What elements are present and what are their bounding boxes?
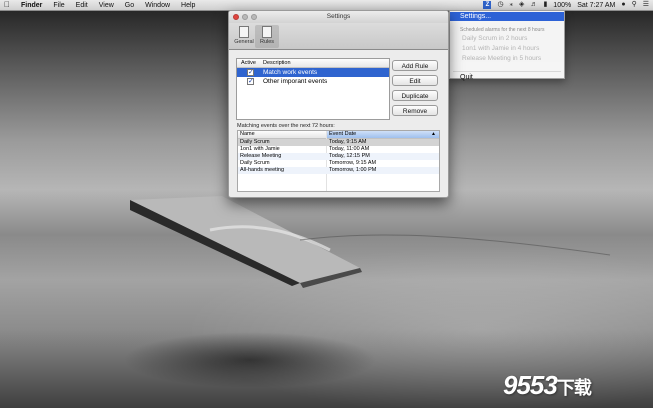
- settings-window: Settings General Rules Active Descriptio…: [228, 10, 449, 198]
- table-row[interactable]: All-hands meeting Tomorrow, 1:00 PM: [238, 167, 439, 174]
- minimize-icon[interactable]: [242, 14, 248, 20]
- remove-button[interactable]: Remove: [392, 105, 438, 116]
- event-name: Release Meeting: [240, 153, 282, 159]
- alarm-item: Release Meeting in 5 hours: [462, 55, 542, 62]
- z-app-icon[interactable]: Z: [483, 1, 492, 9]
- alarm-item: Daily Scrum in 2 hours: [462, 35, 528, 42]
- watermark-suffix: 下载: [556, 378, 592, 398]
- user-icon[interactable]: ●: [621, 1, 625, 9]
- close-icon[interactable]: [233, 14, 239, 20]
- time-machine-icon[interactable]: ◷: [497, 1, 503, 9]
- event-date: Today, 11:00 AM: [329, 146, 370, 152]
- zoom-icon[interactable]: [251, 14, 257, 20]
- rules-table: Active Description ✓ Match work events ✓…: [236, 58, 390, 120]
- window-titlebar: Settings: [229, 11, 448, 23]
- spotlight-icon[interactable]: ⚲: [632, 1, 637, 9]
- settings-menu-item[interactable]: Settings...: [450, 12, 564, 21]
- event-name: All-hands meeting: [240, 167, 285, 173]
- menu-help[interactable]: Help: [181, 2, 195, 9]
- header-active[interactable]: Active: [241, 60, 256, 66]
- event-date: Tomorrow, 1:00 PM: [329, 167, 377, 173]
- site-watermark-logo: 9553下载: [503, 370, 592, 401]
- rule-active-checkbox[interactable]: ✓: [247, 69, 254, 76]
- edit-button[interactable]: Edit: [392, 75, 438, 86]
- rule-description: Other imporant events: [263, 78, 328, 85]
- table-row[interactable]: Daily Scrum Today, 9:15 AM: [238, 139, 439, 146]
- document-icon: [262, 26, 272, 38]
- watermark-number: 9553: [503, 370, 558, 400]
- switch-icon: [239, 26, 249, 38]
- menu-window[interactable]: Window: [145, 2, 170, 9]
- bluetooth-icon[interactable]: ⁎: [510, 1, 514, 9]
- clock[interactable]: Sat 7:27 AM: [577, 2, 615, 9]
- header-description[interactable]: Description: [263, 60, 291, 66]
- event-name: Daily Scrum: [240, 160, 270, 166]
- rule-active-checkbox[interactable]: ✓: [247, 78, 254, 85]
- wifi-icon[interactable]: ◈: [519, 1, 524, 9]
- header-event-date[interactable]: Event Date ▲: [327, 131, 439, 138]
- window-title: Settings: [326, 13, 351, 20]
- apple-icon[interactable]: : [4, 1, 10, 9]
- event-name: 1on1 with Jamie: [240, 146, 280, 152]
- window-toolbar: General Rules: [229, 23, 448, 50]
- menu-go[interactable]: Go: [125, 2, 134, 9]
- rule-description: Match work events: [263, 69, 318, 76]
- event-date: Today, 9:15 AM: [329, 139, 367, 145]
- volume-icon[interactable]: ♬: [530, 1, 537, 9]
- battery-percent[interactable]: 100%: [553, 2, 571, 9]
- menu-view[interactable]: View: [99, 2, 114, 9]
- menu-file[interactable]: File: [53, 2, 64, 9]
- table-row[interactable]: Release Meeting Today, 12:15 PM: [238, 153, 439, 160]
- events-table: Name Event Date ▲ Daily Scrum Today, 9:15…: [237, 130, 440, 192]
- battery-icon[interactable]: ▮: [543, 1, 547, 9]
- menu-separator: [453, 71, 561, 72]
- table-row[interactable]: Daily Scrum Tomorrow, 9:15 AM: [238, 160, 439, 167]
- event-name: Daily Scrum: [240, 139, 270, 145]
- alarm-item: 1on1 with Jamie in 4 hours: [462, 45, 540, 52]
- menu-edit[interactable]: Edit: [76, 2, 88, 9]
- quit-menu-item[interactable]: Quit: [460, 74, 473, 81]
- toolbar-rules-label: Rules: [259, 39, 275, 45]
- rule-row[interactable]: ✓ Other imporant events: [237, 77, 389, 86]
- sort-ascending-icon: ▲: [431, 131, 436, 137]
- add-rule-button[interactable]: Add Rule: [392, 60, 438, 71]
- toolbar-general-label: General: [234, 39, 254, 45]
- rule-row[interactable]: ✓ Match work events: [237, 68, 389, 77]
- toolbar-general[interactable]: General: [232, 25, 256, 48]
- notifications-icon[interactable]: ☰: [643, 1, 649, 9]
- duplicate-button[interactable]: Duplicate: [392, 90, 438, 101]
- alarms-header: Scheduled alarms for the next 8 hours: [460, 27, 545, 33]
- matching-events-label: Matching events over the next 72 hours:: [237, 123, 335, 129]
- header-event-date-label: Event Date: [329, 131, 357, 137]
- table-row[interactable]: 1on1 with Jamie Today, 11:00 AM: [238, 146, 439, 153]
- status-menu-dropdown: Settings... Scheduled alarms for the nex…: [449, 10, 565, 81]
- header-name[interactable]: Name: [240, 131, 255, 137]
- menu-finder[interactable]: Finder: [21, 2, 42, 9]
- event-date: Today, 12:15 PM: [329, 153, 370, 159]
- rules-table-header: Active Description: [237, 59, 389, 68]
- toolbar-rules[interactable]: Rules: [255, 25, 279, 48]
- event-date: Tomorrow, 9:15 AM: [329, 160, 377, 166]
- events-table-header: Name Event Date ▲: [238, 131, 439, 139]
